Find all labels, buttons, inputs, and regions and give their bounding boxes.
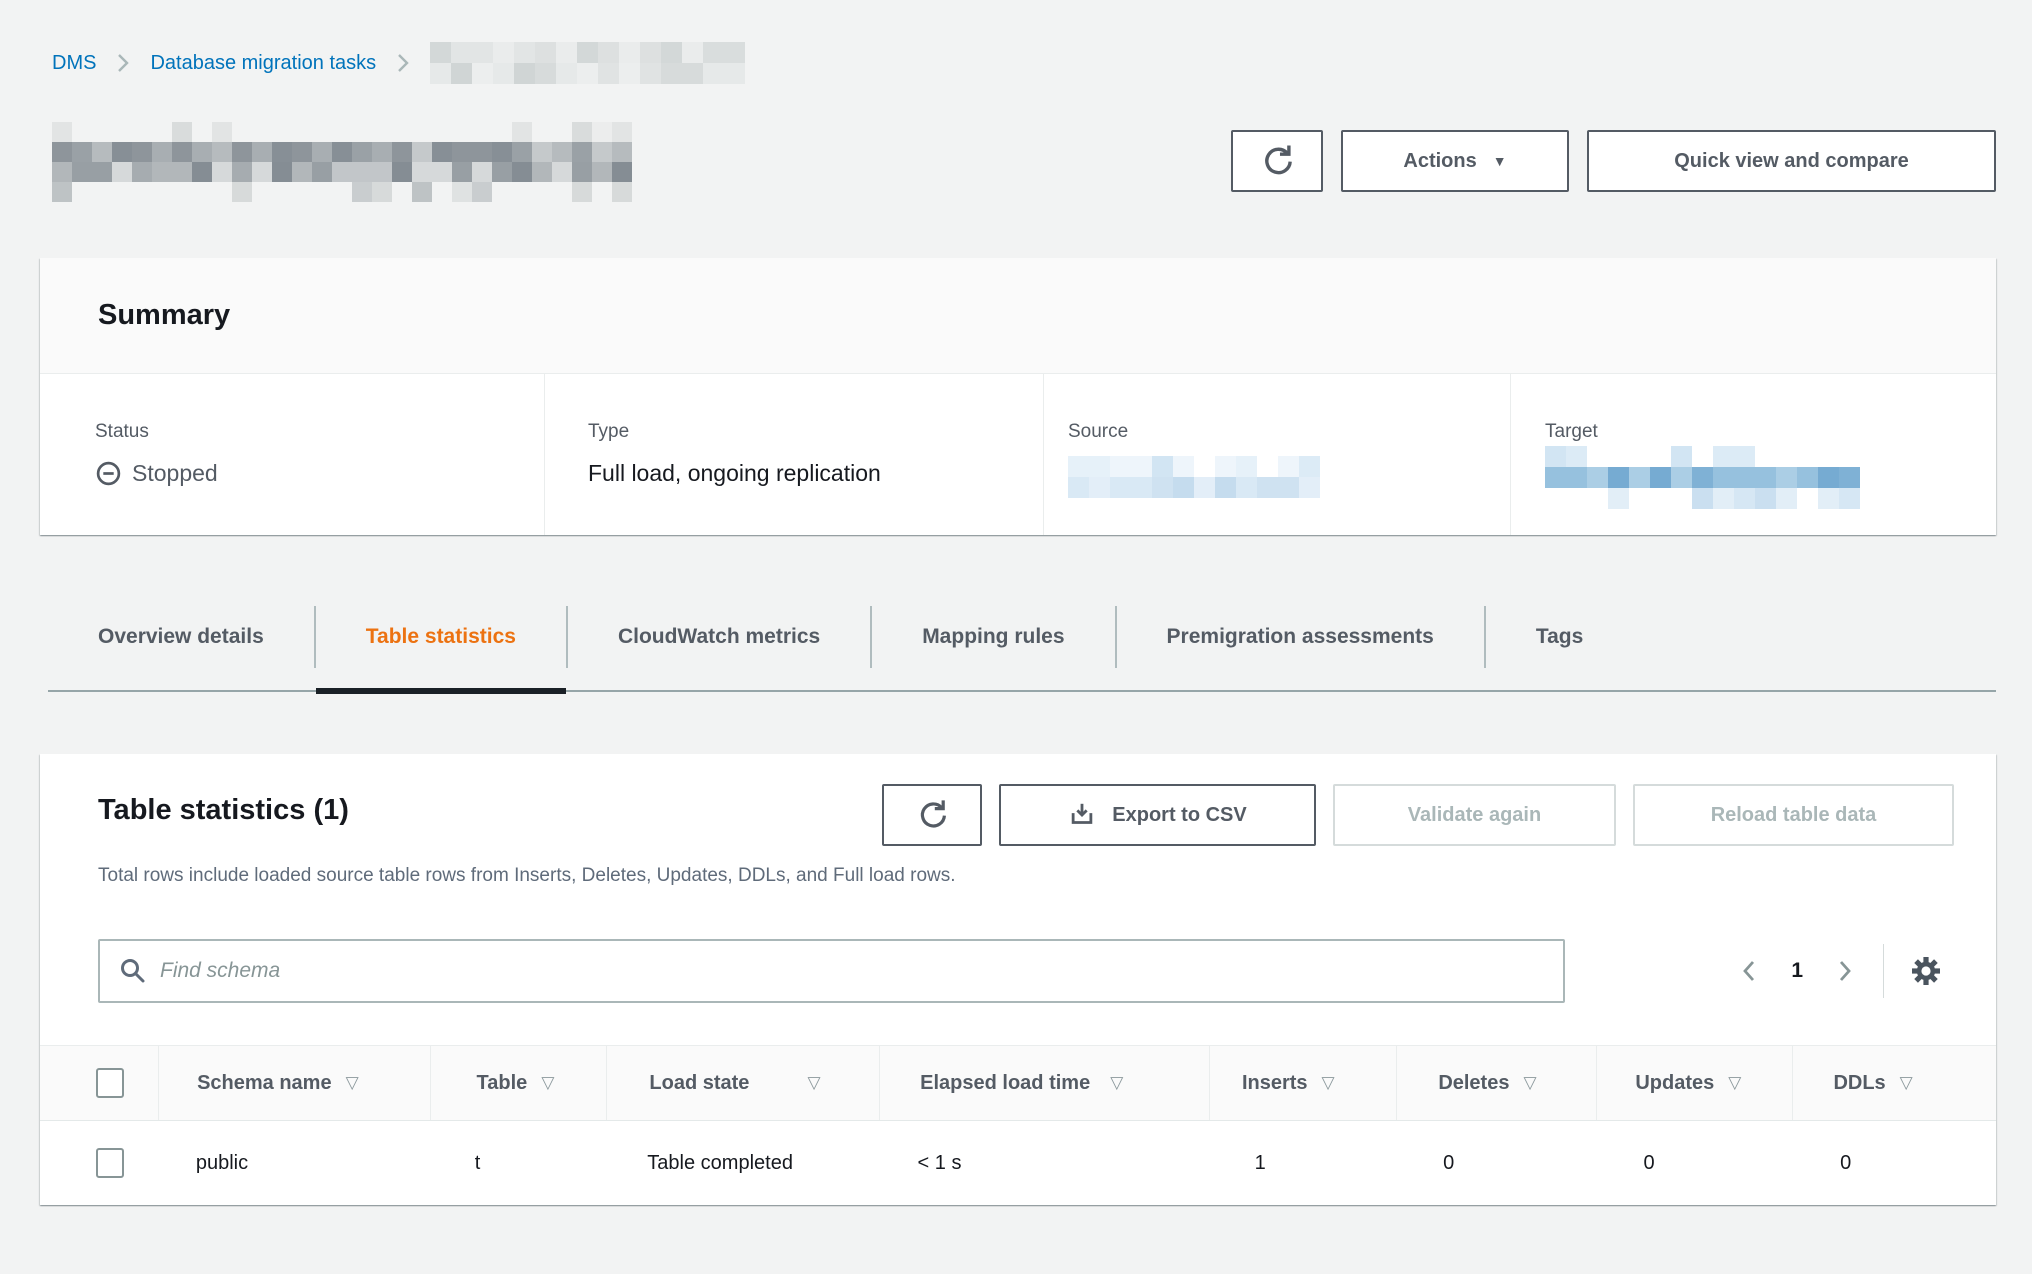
caret-down-icon: ▼ [1493, 153, 1507, 169]
table-count-badge: (1) [313, 794, 348, 826]
table-header-row: Schema name ▽ Table ▽ Load state ▽ Elapsed … [40, 1045, 1996, 1121]
source-label: Source [1068, 420, 1510, 444]
summary-card: Summary Status Stopped Type Full load, o… [40, 258, 1996, 535]
refresh-icon [1260, 144, 1294, 178]
download-icon [1068, 801, 1096, 829]
pagination-divider [1883, 944, 1884, 998]
type-label: Type [588, 420, 1043, 444]
export-to-csv-button[interactable]: Export to CSV [999, 784, 1316, 846]
breadcrumb-link-dms[interactable]: DMS [52, 52, 96, 75]
status-label: Status [95, 420, 544, 444]
redacted-page-title [52, 122, 632, 202]
reload-table-data-button[interactable]: Reload table data [1633, 784, 1954, 846]
cell-updates: 0 [1595, 1121, 1792, 1205]
next-page-button[interactable] [1829, 950, 1861, 992]
filter-icon[interactable]: ▽ [346, 1073, 359, 1093]
filter-icon[interactable]: ▽ [1110, 1073, 1123, 1093]
column-header-table: Table [477, 1072, 528, 1095]
stopped-status-icon [95, 460, 122, 487]
cell-schema-name: public [158, 1121, 429, 1205]
tab-tags[interactable]: Tags [1484, 606, 1633, 668]
filter-icon[interactable]: ▽ [807, 1073, 820, 1093]
table-settings-button[interactable] [1908, 953, 1944, 989]
quick-view-compare-button[interactable]: Quick view and compare [1587, 130, 1996, 192]
find-schema-input[interactable] [98, 939, 1565, 1003]
column-header-schema-name: Schema name [197, 1072, 332, 1095]
cell-inserts: 1 [1207, 1121, 1396, 1205]
row-checkbox[interactable] [96, 1148, 124, 1178]
cell-deletes: 0 [1395, 1121, 1595, 1205]
redacted-source-endpoint [1068, 456, 1320, 498]
cell-table: t [429, 1121, 606, 1205]
filter-icon[interactable]: ▽ [541, 1073, 554, 1093]
gear-icon [1908, 953, 1944, 989]
task-detail-tabs: Overview details Table statistics CloudW… [48, 606, 1996, 692]
column-header-updates: Updates [1635, 1072, 1714, 1095]
page-number[interactable]: 1 [1791, 959, 1803, 983]
pagination: 1 [1733, 944, 1944, 998]
chevron-right-icon [396, 51, 410, 75]
breadcrumb-link-tasks[interactable]: Database migration tasks [150, 52, 376, 75]
filter-icon[interactable]: ▽ [1728, 1073, 1741, 1093]
tab-mapping-rules[interactable]: Mapping rules [870, 606, 1114, 668]
type-value: Full load, ongoing replication [588, 458, 1043, 488]
tab-overview-details[interactable]: Overview details [48, 606, 314, 668]
tab-cloudwatch-metrics[interactable]: CloudWatch metrics [566, 606, 870, 668]
cell-ddls: 0 [1792, 1121, 1996, 1205]
actions-button[interactable]: Actions ▼ [1341, 130, 1569, 192]
summary-title: Summary [98, 299, 230, 332]
breadcrumb: DMS Database migration tasks [52, 42, 1992, 84]
column-header-ddls: DDLs [1833, 1072, 1885, 1095]
export-label: Export to CSV [1112, 804, 1246, 827]
reload-label: Reload table data [1711, 804, 1877, 827]
status-value: Stopped [132, 458, 218, 488]
select-all-checkbox[interactable] [96, 1068, 124, 1098]
table-statistics-description: Total rows include loaded source table r… [98, 863, 1954, 889]
filter-icon[interactable]: ▽ [1322, 1073, 1335, 1093]
table-row: public t Table completed < 1 s 1 0 0 0 [40, 1121, 1996, 1205]
quick-view-label: Quick view and compare [1674, 150, 1909, 173]
validate-label: Validate again [1408, 804, 1541, 827]
previous-page-button[interactable] [1733, 950, 1765, 992]
column-header-inserts: Inserts [1242, 1072, 1308, 1095]
refresh-icon [916, 799, 948, 831]
target-label: Target [1545, 420, 1996, 444]
tab-table-statistics[interactable]: Table statistics [314, 606, 566, 668]
filter-icon[interactable]: ▽ [1523, 1073, 1536, 1093]
redacted-task-name-breadcrumb [430, 42, 745, 84]
column-header-elapsed-load-time: Elapsed load time [920, 1072, 1090, 1095]
cell-elapsed-load-time: < 1 s [878, 1121, 1207, 1205]
cell-load-state: Table completed [605, 1121, 877, 1205]
table-refresh-button[interactable] [882, 784, 982, 846]
search-icon [118, 956, 148, 986]
table-statistics-card: Export to CSV Validate again Reload tabl… [40, 754, 1996, 1205]
refresh-button[interactable] [1231, 130, 1323, 192]
column-header-deletes: Deletes [1438, 1072, 1509, 1095]
redacted-target-endpoint [1545, 446, 1871, 509]
filter-icon[interactable]: ▽ [1900, 1073, 1913, 1093]
tab-premigration-assessments[interactable]: Premigration assessments [1115, 606, 1484, 668]
column-header-load-state: Load state [649, 1072, 749, 1095]
chevron-right-icon [116, 51, 130, 75]
validate-again-button[interactable]: Validate again [1333, 784, 1616, 846]
actions-button-label: Actions [1403, 150, 1476, 173]
